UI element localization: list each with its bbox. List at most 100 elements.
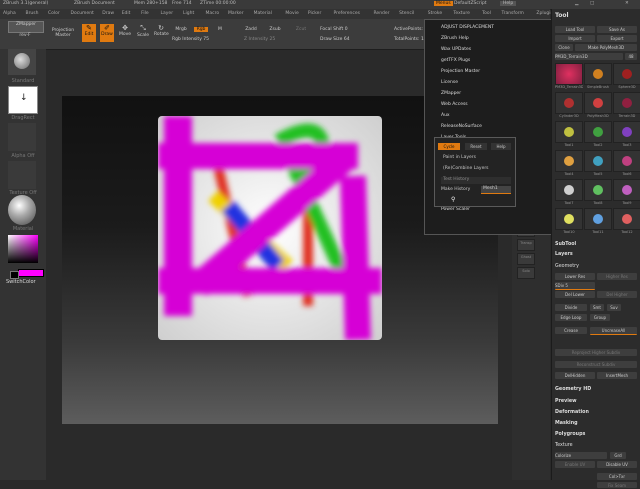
texture-header[interactable]: Texture [555,443,573,448]
menu-stencil[interactable]: Stencil [399,11,414,16]
higher-res-button[interactable]: Higher Res [597,273,637,280]
sdiv-slider[interactable]: SDiv 5 [555,282,595,290]
export-button[interactable]: Export [597,35,637,42]
secondary-color-swatch[interactable] [10,271,19,279]
main-color-swatch[interactable] [18,269,44,277]
zplugin-item-6[interactable]: ZMapper [441,91,461,96]
subtool-header[interactable]: SubTool [555,242,576,247]
recombine-layers-button[interactable]: (Re)Combine Layers [443,166,489,171]
tool-thumbnail[interactable]: Sphere3D [613,63,640,89]
zadd-button[interactable]: Zadd [244,27,258,32]
del-lower-button[interactable]: Del Lower [555,291,595,298]
zplugin-item-3[interactable]: getTFX Plugs [441,58,470,63]
disable-uv-button[interactable]: Disable UV [597,461,637,468]
clone-button[interactable]: Clone [555,44,573,51]
menu-brush[interactable]: Brush [26,11,39,16]
edit-button[interactable]: ✎ Edit [82,24,96,42]
stroke-thumbnail[interactable]: ↓ [8,86,38,114]
zplugin-item-1[interactable]: ZBrush Help [441,36,469,41]
fix-seam-button[interactable]: Fix Seam [597,482,637,488]
preview-header[interactable]: Preview [555,399,577,404]
zplugin-item-0[interactable]: ADJUST DISPLACEMENT [441,25,494,30]
tool-thumbnail[interactable]: Tool3 [613,121,640,147]
tool-thumbnail[interactable]: Tool2 [584,121,612,147]
masking-header[interactable]: Masking [555,421,578,426]
window-minimize-icon[interactable]: ▁ [575,1,578,6]
rgb-button[interactable]: Rgb [194,27,208,32]
make-polymesh-button[interactable]: Make PolyMesh3D [575,44,637,51]
zplugin-item-7[interactable]: Web Access [441,102,468,107]
help-button[interactable]: Help [500,1,517,6]
reproject-higher-subdiv-button[interactable]: Reproject Higher Subdiv [555,349,637,356]
zsub-button[interactable]: Zsub [268,27,282,32]
zplugin-item-9[interactable]: ReleaseNoSurface [441,124,482,129]
insert-mesh-button[interactable]: InsertMesh [597,372,637,379]
deformation-header[interactable]: Deformation [555,410,589,415]
tool-thumbnail[interactable]: PolyMesh3D [584,92,612,118]
texture-thumbnail[interactable] [8,161,36,189]
tool-thumbnail[interactable]: SimpleBrush [584,63,612,89]
tool-thumbnail[interactable]: Terrain3D [613,92,640,118]
zplugin-item-8[interactable]: Aux [441,113,450,118]
tool-thumbnail[interactable]: Tool6 [613,150,640,176]
cycle-tab[interactable]: Cycle [438,143,460,150]
rotate-button[interactable]: ↻ Rotate [154,24,169,42]
draw-size-slider[interactable]: Draw Size 64 [320,37,360,42]
scale-button[interactable]: ⤡ Scale [136,24,150,42]
projection-master-button[interactable]: Projection Master [46,28,80,38]
colorize-toggle[interactable]: Colorize [555,452,607,459]
tool-thumbnail[interactable]: Tool5 [584,150,612,176]
default-zscript-button[interactable]: DefaultZScript [454,1,487,6]
menu-edit[interactable]: Edit [122,11,131,16]
alpha-thumbnail[interactable] [8,123,36,151]
del-higher-button[interactable]: Del Higher [597,291,637,298]
switch-color-button[interactable]: SwitchColor [6,279,36,285]
paint-in-layers-button[interactable]: Paint in Layers [443,155,476,160]
grd-toggle[interactable]: Grd [610,452,626,459]
menu-tool[interactable]: Tool [482,11,491,16]
rgb-intensity-slider[interactable]: Rgb Intensity 75 [172,37,220,42]
menu-macro[interactable]: Macro [206,11,220,16]
brush-thumbnail[interactable] [8,49,36,75]
lower-res-button[interactable]: Lower Res [555,273,595,280]
nav-ghost-icon[interactable]: Ghost [517,253,535,265]
help-tab[interactable]: Help [491,143,511,150]
move-button[interactable]: ✥ Move [118,24,132,42]
enable-uv-button[interactable]: Enable UV [555,461,595,468]
layers-header[interactable]: Layers [555,252,573,257]
tool-thumbnail[interactable]: Tool4 [555,150,583,176]
smt-toggle[interactable]: Smt [590,304,604,311]
tool-thumbnail[interactable]: Tool12 [613,208,640,234]
menu-alpha[interactable]: Alpha [3,11,16,16]
menu-stroke[interactable]: Stroke [428,11,442,16]
menu-transform[interactable]: Transform [502,11,524,16]
menu-movie[interactable]: Movie [285,11,298,16]
menu-texture[interactable]: Texture [453,11,469,16]
tool-thumbnail[interactable]: Tool10 [555,208,583,234]
menu-file[interactable]: File [141,11,149,16]
tool-thumbnail[interactable]: PM3D_Terrain3D [555,63,583,89]
menu-material[interactable]: Material [254,11,272,16]
zplugin-item-2[interactable]: Wax UPDates [441,47,471,52]
divide-button[interactable]: Divide [555,304,587,311]
menu-light[interactable]: Light [183,11,194,16]
zmapper-button[interactable]: ZMapper [8,21,44,33]
menu-render[interactable]: Render [374,11,390,16]
tool-thumbnail[interactable]: Tool9 [613,179,640,205]
uncrease-all-button[interactable]: UncreaseAll [590,327,637,335]
focal-shift-slider[interactable]: Focal Shift 0 [320,27,360,32]
import-button[interactable]: Import [555,35,595,42]
nav-transp-icon[interactable]: Transp [517,239,535,251]
geometry-hd-header[interactable]: Geometry HD [555,387,591,392]
crease-button[interactable]: Crease [555,327,587,334]
test-history-button[interactable]: Test History [441,177,511,184]
tool-thumbnail[interactable]: Tool8 [584,179,612,205]
edge-loop-button[interactable]: Edge Loop [555,314,587,321]
zplugin-item-11[interactable]: Power Scaler [441,207,470,212]
tool-thumbnail[interactable]: Cylinder3D [555,92,583,118]
tool-thumbnail[interactable]: Tool11 [584,208,612,234]
current-tool-label[interactable]: PM3D_Terrain3D [555,53,623,60]
menu-layer[interactable]: Layer [161,11,174,16]
suv-toggle[interactable]: Suv [607,304,621,311]
m-button[interactable]: M [216,27,224,32]
